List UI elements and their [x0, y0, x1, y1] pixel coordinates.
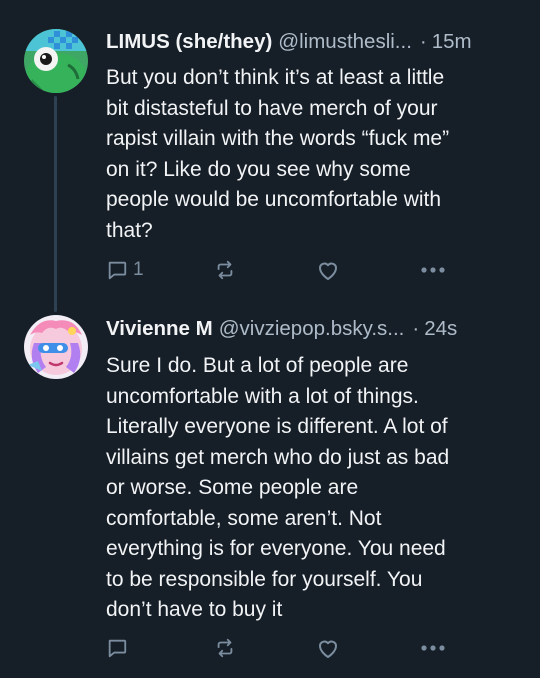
like-button[interactable]	[316, 633, 340, 663]
repost-icon	[217, 260, 233, 280]
separator-dot: ·	[419, 30, 427, 53]
more-options-icon	[421, 267, 445, 273]
timestamp[interactable]: 15m	[432, 30, 472, 54]
like-icon	[319, 262, 337, 280]
reply-icon	[108, 639, 127, 658]
thread-view: LIMUS (she/they) @limusthesli... · 15m B…	[0, 0, 540, 678]
repost-button[interactable]	[214, 633, 236, 663]
post-text: Sure I do. But a lot of people are uncom…	[106, 354, 450, 621]
handle[interactable]: @limusthesli...	[278, 30, 412, 54]
pink-cartoon-avatar-icon	[24, 315, 88, 379]
more-options-icon	[421, 645, 445, 651]
reply-button[interactable]	[106, 633, 133, 663]
post-header: LIMUS (she/they) @limusthesli... · 15m	[106, 30, 524, 58]
like-icon	[319, 640, 337, 658]
repost-icon	[217, 638, 233, 658]
reply-icon	[108, 261, 127, 280]
separator-dot: ·	[412, 317, 420, 340]
display-name[interactable]: LIMUS (she/they)	[106, 30, 272, 54]
green-creature-avatar-icon	[24, 29, 88, 93]
avatar[interactable]	[24, 29, 88, 93]
timestamp[interactable]: 24s	[424, 317, 457, 341]
like-button[interactable]	[316, 255, 340, 285]
reply-count: 1	[133, 259, 144, 280]
avatar[interactable]	[24, 315, 88, 379]
repost-button[interactable]	[214, 255, 236, 285]
thread-connector-line	[54, 96, 57, 312]
post-actions: 1	[106, 255, 526, 285]
more-options-button[interactable]	[420, 633, 446, 663]
post-actions	[106, 633, 526, 663]
reply-button[interactable]: 1	[106, 255, 144, 285]
post-header: Vivienne M @vivziepop.bsky.s... · 24s	[106, 317, 524, 345]
handle[interactable]: @vivziepop.bsky.s...	[219, 317, 405, 341]
post-text: But you don’t think it’s at least a litt…	[106, 66, 450, 242]
display-name[interactable]: Vivienne M	[106, 317, 213, 341]
more-options-button[interactable]	[420, 255, 446, 285]
